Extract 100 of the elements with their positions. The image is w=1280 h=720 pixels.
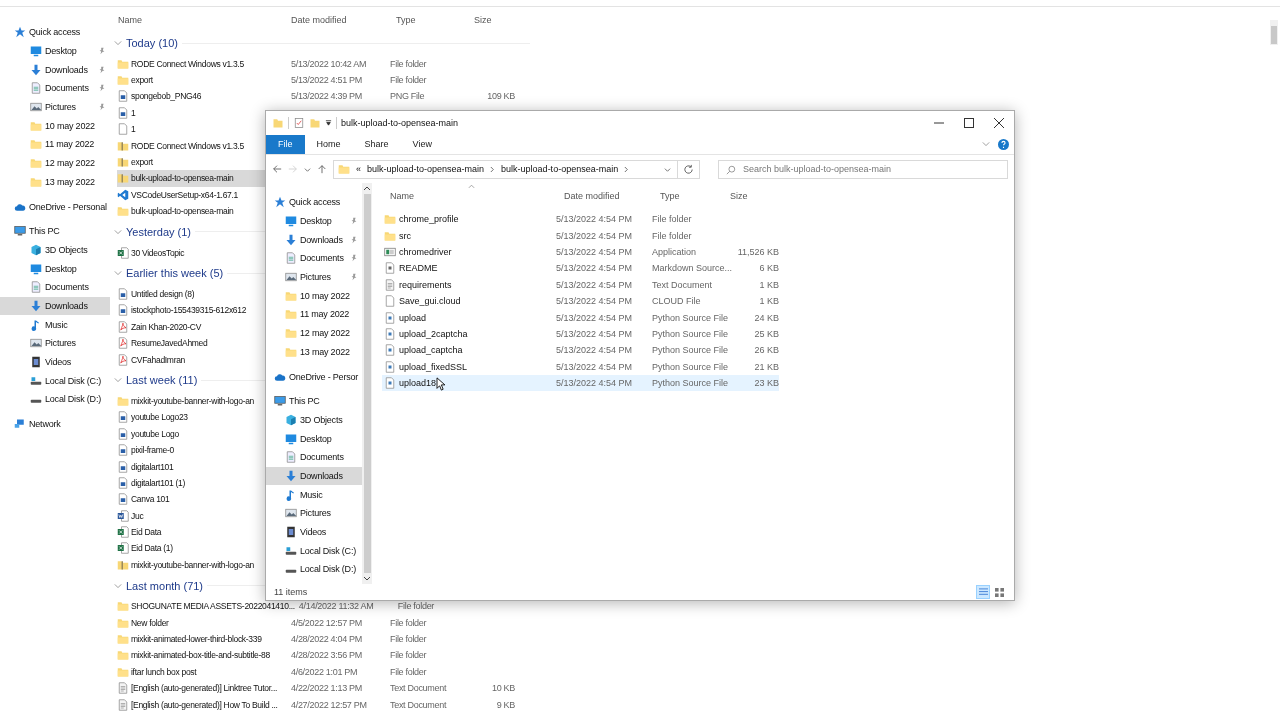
column-header[interactable]: Type [396,15,474,26]
file-row[interactable]: upload_fixedSSL 5/13/2022 4:54 PM Python Source File 21 KB [382,358,779,375]
file-row[interactable]: Zain Khan-2020-CV [117,318,265,335]
chevron-down-icon[interactable] [664,165,671,173]
nav-item[interactable]: 11 may 2022 [0,135,110,154]
column-header[interactable]: Name [382,191,564,201]
nav-item[interactable]: Pictures [266,504,362,523]
nav-item[interactable]: Documents [266,249,362,268]
refresh-button[interactable] [678,159,700,179]
file-row[interactable]: [English (auto-generated)] How To Build ... 4/27/2022 12:57 PM Text Document 9 KB [117,696,530,713]
file-row[interactable]: ResumeJavedAhmed [117,334,265,352]
file-row[interactable]: src 5/13/2022 4:54 PM File folder [382,227,779,244]
file-row[interactable]: Canva 101 [117,491,265,508]
file-row[interactable]: istockphoto-155439315-612x612 [117,302,265,319]
nav-item[interactable]: 10 may 2022 [0,116,110,136]
nav-item[interactable]: 11 may 2022 [266,305,362,324]
breadcrumb[interactable]: bulk-upload-to-opensea-main [367,164,485,174]
file-row[interactable]: README 5/13/2022 4:54 PM Markdown Source... 6 KB [382,260,779,277]
nav-item[interactable]: Desktop [266,211,362,231]
chevron-right-icon[interactable] [490,165,496,173]
nav-item[interactable]: This PC [0,221,110,241]
file-row[interactable]: VSCodeUserSetup-x64-1.67.1 [117,186,265,203]
nav-item[interactable]: 3D Objects [266,410,362,430]
file-row[interactable]: chromedriver 5/13/2022 4:54 PM Application 11,526 KB [382,243,779,261]
folder-icon[interactable] [272,116,284,129]
nav-item[interactable]: Downloads [0,60,110,80]
help-icon[interactable] [998,138,1009,150]
search-field[interactable]: Search bulk-upload-to-opensea-main [718,159,1008,179]
overflow-chevron[interactable]: « [356,164,361,174]
nav-item[interactable]: Local Disk (C:) [0,371,110,391]
file-row[interactable]: 1 [117,121,265,138]
file-row[interactable]: upload18 5/13/2022 4:54 PM Python Source File 23 KB [382,374,779,392]
file-row[interactable]: spongebob_PNG46 5/13/2022 4:39 PM PNG File 109 KB [117,88,530,105]
file-row[interactable]: upload 5/13/2022 4:54 PM Python Source File 24 KB [382,309,779,326]
nav-item[interactable]: Quick access [0,23,110,42]
column-header[interactable]: Name [118,15,291,26]
group-header[interactable]: Yesterday (1) [126,225,192,238]
file-row[interactable]: mixkit-animated-box-title-and-subtitle-88 4/28/2022 3:56 PM File folder [117,647,530,664]
file-row[interactable]: New folder 4/5/2022 12:57 PM File folder [117,614,530,631]
file-row[interactable]: upload_2captcha 5/13/2022 4:54 PM Python Source File 25 KB [382,325,779,343]
file-row[interactable]: Save_gui.cloud 5/13/2022 4:54 PM CLOUD File 1 KB [382,292,779,310]
group-header[interactable]: Today (10) [126,37,178,49]
file-row[interactable]: youtube Logo23 [117,409,265,426]
nav-item[interactable]: 13 may 2022 [266,342,362,362]
chevron-down-icon[interactable] [114,581,122,590]
nav-item[interactable]: Videos [0,352,110,372]
file-row[interactable]: RODE Connect Windows v1.3.5 5/13/2022 10:42 AM File folder [117,55,530,72]
file-row[interactable]: Untitled design (8) [117,285,265,303]
ribbon-tab[interactable]: Home [304,134,353,154]
group-header[interactable]: Last week (11) [126,374,198,387]
file-row[interactable]: mixkit-youtube-banner-with-logo-an [117,556,265,574]
nav-item[interactable]: Documents [0,79,110,98]
nav-item[interactable]: 12 may 2022 [0,153,110,173]
file-row[interactable]: iftar lunch box post 4/6/2022 1:01 PM File folder [117,663,530,680]
nav-item[interactable]: Quick access [266,193,362,212]
address-bar[interactable]: « bulk-upload-to-opensea-main bulk-upload-to-opensea-main [333,159,678,179]
column-header[interactable]: Date modified [564,191,660,201]
nav-item[interactable]: Desktop [0,259,110,278]
column-header[interactable]: Size [474,15,492,26]
file-row[interactable]: chrome_profile 5/13/2022 4:54 PM File folder [382,211,779,228]
group-header[interactable]: Last month (71) [126,579,204,592]
nav-item[interactable]: OneDrive - Persor [266,367,362,386]
chevron-down-icon[interactable] [114,269,122,278]
chevron-down-icon[interactable] [304,165,311,173]
file-row[interactable]: bulk-upload-to-opensea-main [117,203,265,220]
file-row[interactable]: upload_captcha 5/13/2022 4:54 PM Python Source File 26 KB [382,342,779,359]
nav-item[interactable]: Documents [266,447,362,467]
nav-item[interactable]: Local Disk (D:) [0,390,110,409]
chevron-down-icon[interactable] [114,39,122,47]
column-header[interactable]: Type [660,191,730,201]
file-row[interactable]: [English (auto-generated)] Linktree Tutor... 4/22/2022 1:13 PM Text Document 10 KB [117,680,530,697]
file-row[interactable]: 30 VideosTopic [117,244,265,261]
tiles-view-button[interactable] [992,585,1006,599]
scrollbar[interactable] [362,183,372,584]
file-row[interactable]: Juc [117,507,265,524]
file-row[interactable]: pixil-frame-0 [117,441,265,459]
caret-icon[interactable] [325,119,332,126]
file-row[interactable]: export 5/13/2022 4:51 PM File folder [117,71,530,89]
nav-item[interactable]: 12 may 2022 [266,323,362,343]
nav-item[interactable]: Desktop [0,41,110,61]
ribbon-tab[interactable]: View [400,134,444,154]
up-arrow-icon[interactable] [317,164,327,174]
nav-item[interactable]: Network [0,414,110,434]
nav-item[interactable]: Pictures [0,334,110,353]
file-row[interactable]: CVFahadImran [117,351,265,368]
file-row[interactable]: bulk-upload-to-opensea-main [117,170,265,187]
nav-item[interactable]: Music [266,485,362,504]
column-header[interactable]: Size [730,191,748,201]
breadcrumb[interactable]: bulk-upload-to-opensea-main [501,164,619,174]
chevron-down-icon[interactable] [114,376,122,385]
file-row[interactable]: Eid Data (1) [117,540,265,557]
properties-icon[interactable] [293,116,305,129]
nav-item[interactable]: Downloads [266,466,362,486]
chevron-down-icon[interactable] [114,227,122,236]
nav-item[interactable]: OneDrive - Personal [0,197,110,216]
file-row[interactable]: mixkit-youtube-banner-with-logo-an [117,392,265,410]
nav-item[interactable]: Local Disk (D:) [266,560,362,579]
file-row[interactable]: youtube Logo [117,425,265,442]
nav-item[interactable]: 3D Objects [0,240,110,260]
file-row[interactable]: 1 [117,104,265,122]
